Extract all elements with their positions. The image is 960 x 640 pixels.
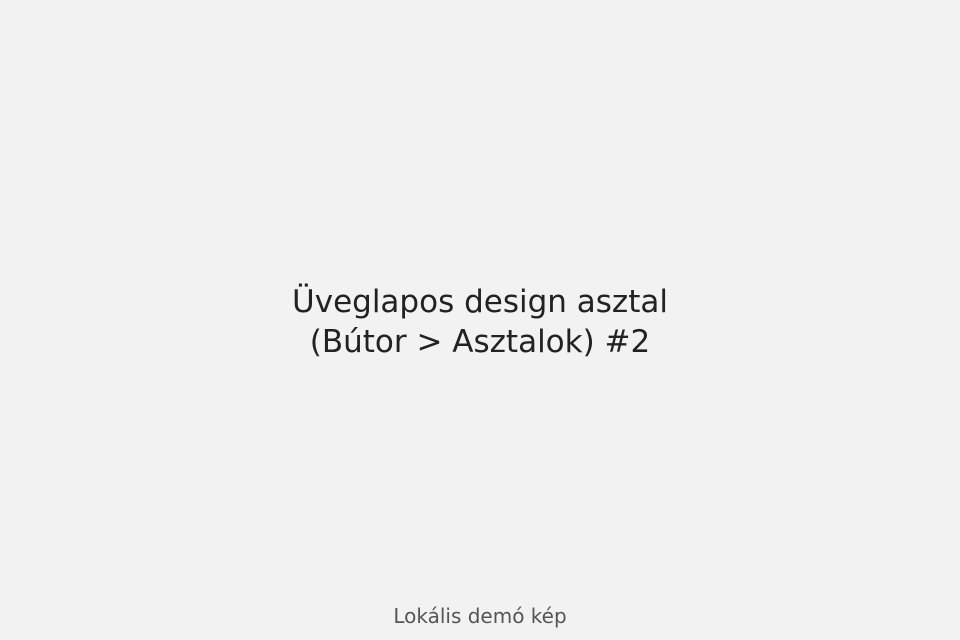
product-image-placeholder: Üveglapos design asztal (Bútor > Asztalo…	[0, 0, 960, 640]
placeholder-caption: Lokális demó kép	[393, 604, 567, 628]
placeholder-title-line-2: (Bútor > Asztalok) #2	[309, 324, 651, 360]
placeholder-title-line-1: Üveglapos design asztal	[292, 284, 668, 320]
placeholder-title: Üveglapos design asztal (Bútor > Asztalo…	[0, 282, 960, 362]
